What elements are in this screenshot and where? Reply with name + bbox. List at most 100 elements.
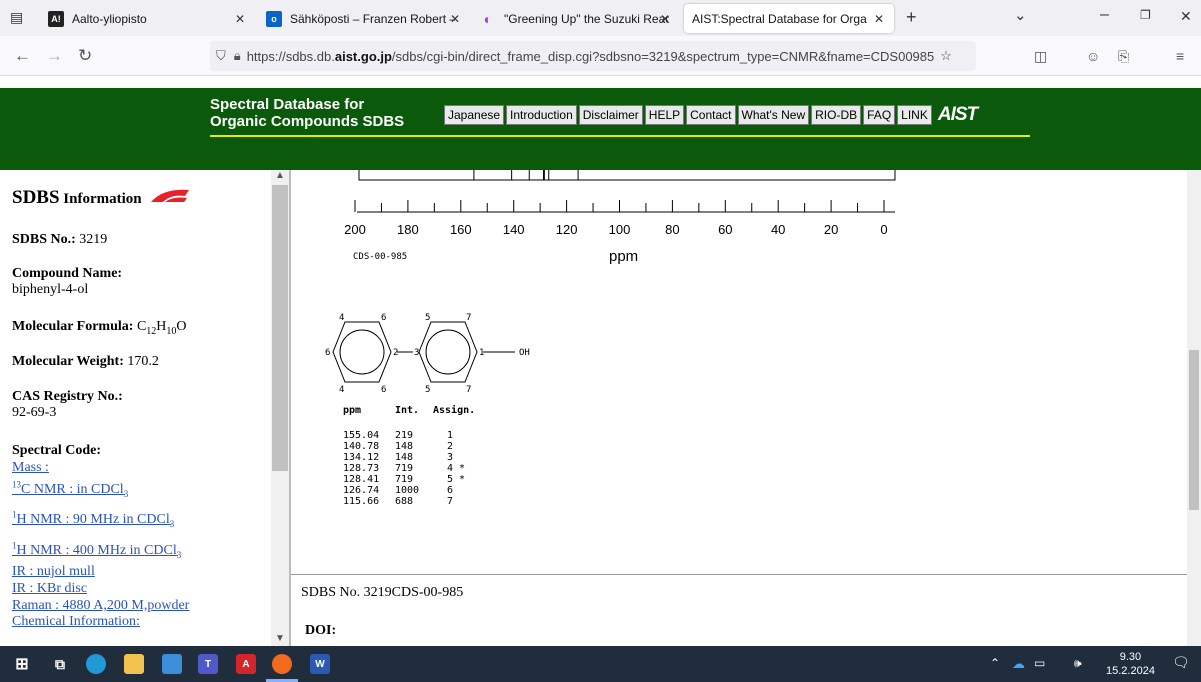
edge-icon[interactable]	[86, 654, 106, 674]
shield-icon[interactable]: ⛉	[216, 48, 226, 64]
clock-time: 9.30	[1119, 651, 1142, 663]
url-host: aist.go.jp	[334, 48, 392, 64]
teams-icon[interactable]: T	[198, 654, 218, 674]
sdbs-footer-line: SDBS No. 3219CDS-00-985	[301, 585, 464, 600]
notification-icon[interactable]: 🗨︎	[1172, 654, 1190, 671]
tab-outlook[interactable]: o Sähköposti – Franzen Robert – ( ✕	[258, 4, 470, 33]
raman-link[interactable]: Raman : 4880 A,200 M,powder	[12, 598, 189, 613]
menu-disclaimer[interactable]: Disclaimer	[578, 105, 643, 125]
menu-contact[interactable]: Contact	[686, 105, 736, 125]
spectrum-unit: ppm	[609, 248, 639, 265]
table-cell: 140.78	[343, 441, 380, 452]
spectrum-frame	[358, 170, 896, 181]
menu-japanese[interactable]: Japanese	[444, 105, 505, 125]
new-tab-icon[interactable]: +	[906, 7, 917, 28]
menu-help[interactable]: HELP	[644, 105, 685, 125]
axis-tick-label: 60	[718, 222, 732, 237]
main-scroll-thumb[interactable]	[1189, 350, 1199, 510]
pocket-icon[interactable]: ◫	[1034, 48, 1047, 65]
atom-label: 7	[466, 313, 471, 323]
close-icon[interactable]: ✕	[874, 12, 884, 26]
atom-label: 5	[425, 313, 430, 323]
table-cell: 115.66	[343, 496, 380, 507]
menu-faq[interactable]: FAQ	[863, 105, 896, 125]
loading-icon: ◐	[483, 10, 493, 27]
menu-introduction[interactable]: Introduction	[506, 105, 577, 125]
acrobat-icon[interactable]: A	[236, 654, 256, 674]
forward-icon[interactable]: →	[46, 46, 63, 66]
close-icon[interactable]: ✕	[660, 12, 670, 26]
compound-value: biphenyl-4-ol	[12, 282, 89, 297]
tab-list-icon[interactable]: ▤	[10, 9, 23, 26]
scroll-up-icon[interactable]: ▲	[275, 170, 285, 181]
menu-link[interactable]: LINK	[897, 105, 932, 125]
compound-label: Compound Name:	[12, 266, 123, 281]
window-close-icon[interactable]: ✕	[1180, 8, 1192, 25]
menu-whats-new[interactable]: What's New	[737, 105, 810, 125]
table-cell: 134.12	[343, 452, 380, 463]
site-title-line: Organic Compounds SDBS	[210, 113, 405, 130]
site-title[interactable]: Spectral Database for Organic Compounds …	[210, 96, 440, 130]
hnmr400-link[interactable]: 1H NMR : 400 MHz in CDCl3	[12, 540, 181, 559]
mass-link[interactable]: Mass :	[12, 460, 49, 475]
network-icon[interactable]: ▭	[1034, 656, 1045, 670]
hnmr400-label: H NMR : 400 MHz in CDCl	[16, 542, 177, 558]
scroll-down-icon[interactable]: ▼	[275, 633, 285, 644]
table-cell: 2	[447, 441, 454, 452]
table-cell: 128.73	[343, 463, 380, 474]
ir-kbr-link[interactable]: IR : KBr disc	[12, 581, 87, 596]
axis-tick-label: 160	[450, 222, 472, 237]
close-icon[interactable]: ✕	[450, 12, 460, 26]
url-bar[interactable]: ⛉ 🔒︎ https://sdbs.db. aist.go.jp/sdbs/cgi…	[210, 41, 976, 71]
axis-tick-label: 80	[665, 222, 679, 237]
cnmr-label: C NMR : in CDCl	[21, 481, 124, 497]
minimize-icon[interactable]: –	[1100, 6, 1109, 24]
tab-suzuki[interactable]: ◐ "Greening Up" the Suzuki React ✕	[472, 4, 680, 33]
table-row: 134.12 148 3	[343, 452, 475, 463]
sidebar-scroll-thumb[interactable]	[272, 185, 288, 471]
header-divider	[210, 135, 1030, 137]
file-explorer-icon[interactable]	[124, 654, 144, 674]
clock[interactable]: 9.30 15.2.2024	[1106, 650, 1155, 678]
heading-rest: Information	[59, 191, 142, 207]
task-view-icon[interactable]: ⧉	[50, 654, 70, 674]
lock-icon[interactable]: 🔒︎	[234, 48, 241, 64]
windows-start-icon[interactable]: ⊞	[12, 654, 32, 674]
spectral-label: Spectral Code:	[12, 443, 102, 458]
chemical-info-link[interactable]: Chemical Information:	[12, 614, 140, 629]
cnmr-link[interactable]: 13C NMR : in CDCl3	[12, 479, 128, 498]
store-icon[interactable]	[162, 654, 182, 674]
bookmark-star-icon[interactable]: ☆	[940, 48, 952, 64]
tray-chevron-icon[interactable]: ⌃	[990, 656, 1000, 670]
tab-aalto[interactable]: A! Aalto-yliopisto ✕	[40, 4, 255, 33]
hnmr90-link[interactable]: 1H NMR : 90 MHz in CDCl3	[12, 509, 174, 528]
close-icon[interactable]: ✕	[235, 12, 245, 26]
menu-icon[interactable]: ≡	[1176, 48, 1184, 64]
cas-label: CAS Registry No.:	[12, 389, 123, 404]
menu-rio-db[interactable]: RIO-DB	[811, 105, 862, 125]
atom-label: 5	[425, 385, 430, 395]
extensions-icon[interactable]: ⎘	[1118, 48, 1129, 65]
word-icon[interactable]: W	[310, 654, 330, 674]
spectrum-axis: 200 180 160 140 120 100 80 60 40 20 0	[344, 170, 896, 237]
table-cell: 3	[447, 452, 454, 463]
tab-aist[interactable]: AIST:Spectral Database for Organic ✕	[684, 4, 894, 33]
back-icon[interactable]: ←	[14, 46, 31, 66]
aist-logo[interactable]: AIST	[938, 105, 978, 125]
sdbs-no-value: 3219	[75, 232, 108, 247]
section-divider	[291, 574, 1194, 575]
axis-tick-label: 100	[609, 222, 631, 237]
account-icon[interactable]: ☺	[1086, 48, 1100, 64]
compound-name: Compound Name: biphenyl-4-ol	[12, 266, 122, 298]
volume-icon[interactable]: 🕪︎	[1074, 656, 1082, 671]
atom-label: 4	[339, 385, 344, 395]
firefox-icon[interactable]	[272, 654, 292, 674]
onedrive-icon[interactable]: ☁	[1012, 656, 1025, 672]
list-tabs-icon[interactable]: ⌄	[1014, 6, 1027, 24]
header-assign: Assign.	[433, 405, 476, 416]
ir-nujol-link[interactable]: IR : nujol mull	[12, 564, 95, 579]
peak-table: ppm Int. Assign. 155.04 219 1 140.78 148 2 134…	[343, 405, 475, 507]
table-cell: 5 *	[447, 474, 466, 485]
restore-icon[interactable]: ❐	[1140, 8, 1151, 22]
reload-icon[interactable]: ↻	[78, 46, 92, 66]
